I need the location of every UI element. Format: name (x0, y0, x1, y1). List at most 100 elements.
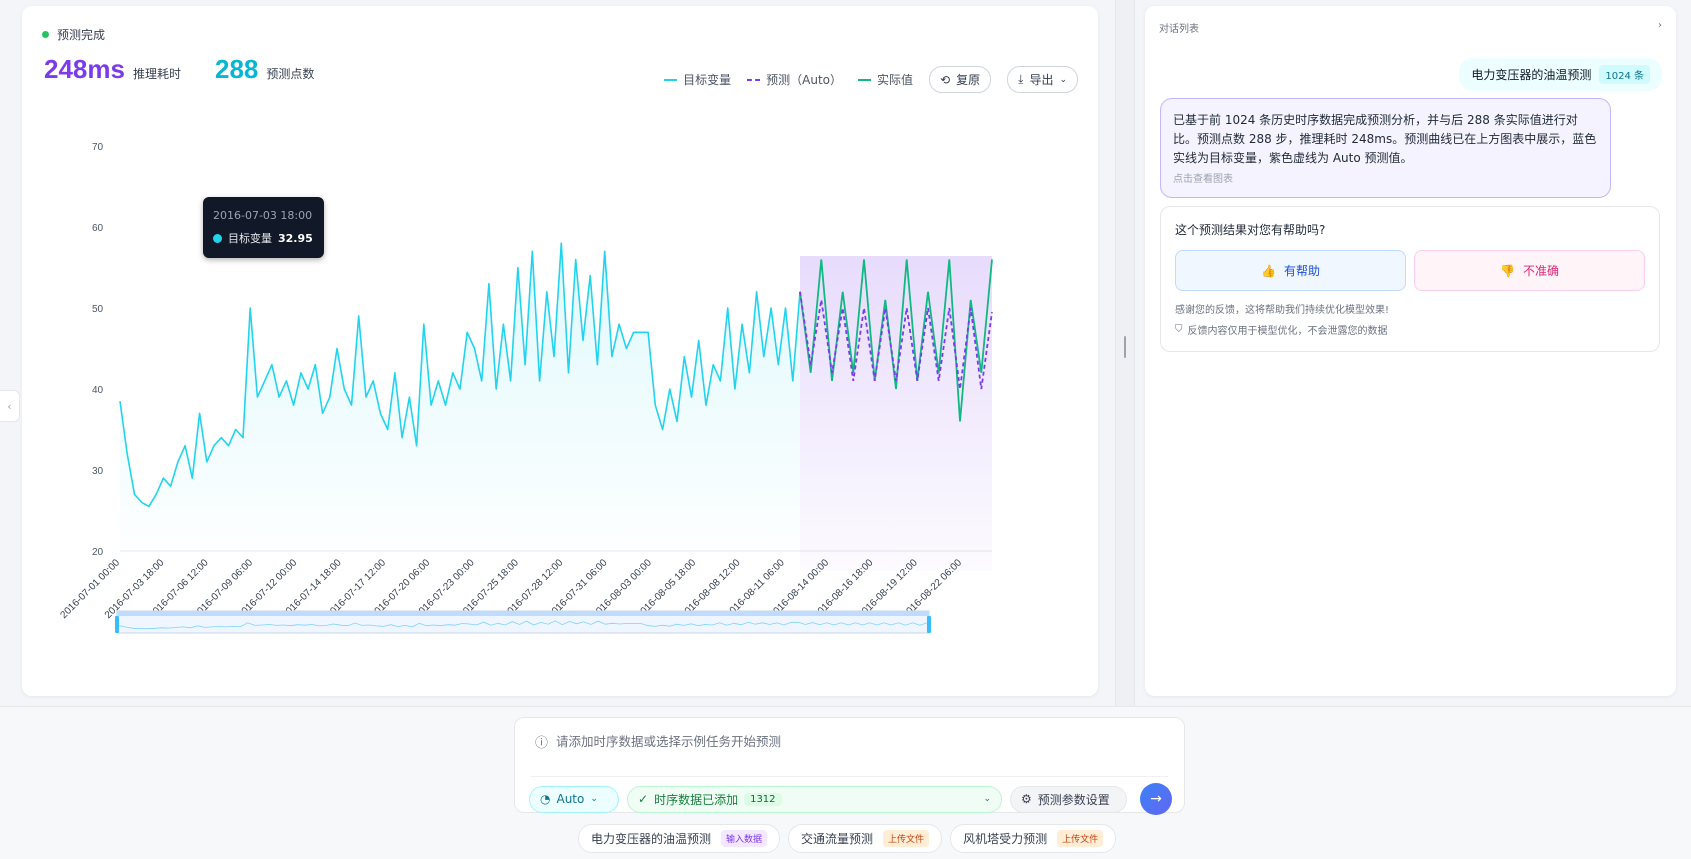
tooltip-dot (213, 233, 222, 243)
legend-actual-swatch (858, 78, 872, 81)
example-tag: 上传文件 (883, 830, 930, 847)
chat-panel: 对话列表 › 电力变压器的油温预测 1024 条 已基于前 1024 条历史时序… (1145, 6, 1676, 696)
example-tag: 上传文件 (1057, 830, 1104, 847)
prompt-separator (531, 776, 1168, 777)
example-task[interactable]: 交通流量预测 上传文件 (788, 824, 943, 853)
info-icon: ⓘ (535, 736, 549, 751)
data-select[interactable]: ✓ 时序数据已添加 1312 ⌄ (627, 785, 1002, 813)
y-tick-label: 20 (92, 547, 104, 558)
points-label: 预测点数 (266, 67, 315, 81)
forecast-settings-button[interactable]: ⚙ 预测参数设置 (1010, 785, 1127, 813)
arrow-right-icon: → (1150, 791, 1162, 807)
privacy-note: ⛉ 反馈内容仅用于模型优化，不会泄露您的数据 (1175, 322, 1645, 337)
y-tick-label: 70 (92, 142, 104, 153)
model-label: Auto (556, 792, 585, 806)
chart-tooltip: 2016-07-03 18:00 目标变量 32.95 (203, 197, 324, 258)
legend-target-label: 目标变量 (683, 73, 732, 87)
export-button[interactable]: ⤓ 导出 ⌄ (1007, 66, 1078, 93)
download-icon: ⤓ (1018, 72, 1024, 86)
view-chart-link[interactable]: 点击查看图表 (1173, 170, 1598, 189)
points-value: 288 (215, 54, 259, 84)
prompt-row: ⓘ (535, 732, 1164, 751)
latency-label: 推理耗时 (132, 67, 181, 81)
zoom-handle-right[interactable] (927, 616, 931, 633)
chevron-left-icon: ‹ (7, 399, 12, 413)
user-message-badge: 1024 条 (1599, 65, 1650, 84)
example-label: 电力变压器的油温预测 (591, 832, 712, 846)
tooltip-time: 2016-07-03 18:00 (213, 209, 313, 222)
y-tick-label: 40 (92, 385, 104, 396)
y-tick-label: 50 (92, 304, 104, 315)
prompt-input[interactable] (556, 734, 1157, 749)
thumbs-down-icon: 👎 (1500, 263, 1515, 278)
export-label: 导出 (1029, 73, 1054, 87)
legend-target[interactable]: 目标变量 (664, 71, 731, 88)
forecast-chart: 2030405060702016-07-01 00:002016-07-03 1… (59, 142, 993, 634)
reset-button[interactable]: ⟲ 复原 (929, 66, 992, 93)
feedback-question: 这个预测结果对您有帮助吗? (1175, 223, 1326, 237)
chat-title: 对话列表 (1159, 24, 1199, 35)
example-task[interactable]: 风机塔受力预测 上传文件 (950, 824, 1117, 853)
panel-divider[interactable] (1115, 0, 1135, 706)
latency-metric: 248ms 推理耗时 (44, 54, 181, 85)
legend-actual[interactable]: 实际值 (858, 71, 913, 88)
send-button[interactable]: → (1140, 783, 1172, 815)
status-indicator: 预测完成 (42, 26, 105, 43)
shield-check-icon: ⛉ (1175, 324, 1183, 335)
example-label: 风机塔受力预测 (963, 832, 1048, 846)
example-task[interactable]: 电力变压器的油温预测 输入数据 (578, 824, 781, 853)
zoom-handle-left[interactable] (115, 616, 119, 633)
example-tag: 输入数据 (721, 830, 768, 847)
chat-header: 对话列表 › (1159, 20, 1662, 35)
example-tasks: 电力变压器的油温预测 输入数据 交通流量预测 上传文件 风机塔受力预测 上传文件 (578, 824, 1117, 853)
forecast-region (800, 256, 992, 571)
target-area (120, 243, 800, 551)
chart-legend: 目标变量 预测（Auto） 实际值 ⟲ 复原 ⤓ 导出 ⌄ (664, 66, 1078, 93)
user-message-text: 电力变压器的油温预测 (1471, 68, 1592, 82)
chevron-down-icon: ⌄ (590, 794, 598, 804)
zoom-slider-top (117, 611, 929, 616)
tooltip-series: 目标变量 (228, 232, 272, 245)
ai-message-text: 已基于前 1024 条历史时序数据完成预测分析，并与后 288 条实际值进行对比… (1173, 113, 1597, 165)
feedback-card: 这个预测结果对您有帮助吗? 👍 有帮助 👎 不准确 感谢您的反馈，这将帮助我们持… (1160, 206, 1660, 352)
legend-pred-label: 预测（Auto） (766, 73, 843, 87)
example-label: 交通流量预测 (801, 832, 874, 846)
legend-pred-swatch (747, 78, 761, 81)
reset-label: 复原 (956, 73, 981, 87)
points-metric: 288 预测点数 (215, 54, 314, 85)
helpful-label: 有帮助 (1283, 264, 1320, 278)
tooltip-value: 32.95 (278, 231, 313, 245)
legend-target-swatch (664, 78, 678, 81)
feedback-buttons: 👍 有帮助 👎 不准确 (1175, 250, 1645, 291)
data-select-content: ✓ 时序数据已添加 1312 (638, 791, 782, 808)
resize-handle[interactable] (1124, 336, 1126, 358)
gear-icon: ⚙ (1021, 792, 1032, 806)
model-select[interactable]: ◔ Auto ⌄ (529, 785, 619, 813)
privacy-text: 反馈内容仅用于模型优化，不会泄露您的数据 (1187, 326, 1388, 337)
prompt-controls: ◔ Auto ⌄ ✓ 时序数据已添加 1312 ⌄ ⚙ 预测参数设置 → (529, 783, 1172, 815)
chevron-right-icon[interactable]: › (1658, 20, 1662, 35)
settings-label: 预测参数设置 (1037, 792, 1110, 807)
user-message: 电力变压器的油温预测 1024 条 (1459, 58, 1662, 91)
inaccurate-label: 不准确 (1522, 264, 1559, 278)
check-icon: ✓ (638, 792, 649, 806)
refresh-icon: ⟲ (940, 72, 951, 87)
ai-model-icon: ◔ (540, 792, 551, 806)
y-tick-label: 30 (92, 466, 104, 477)
latency-value: 248ms (44, 54, 125, 84)
y-tick-label: 60 (92, 223, 104, 234)
status-text: 预测完成 (57, 28, 106, 42)
ai-message: 已基于前 1024 条历史时序数据完成预测分析，并与后 288 条实际值进行对比… (1160, 98, 1611, 198)
data-status-label: 时序数据已添加 (654, 792, 739, 807)
legend-actual-label: 实际值 (877, 73, 914, 87)
feedback-note: 感谢您的反馈，这将帮助我们持续优化模型效果! (1175, 305, 1390, 316)
chevron-down-icon: ⌄ (983, 794, 991, 804)
helpful-button[interactable]: 👍 有帮助 (1175, 250, 1406, 291)
bottom-area: ⓘ ◔ Auto ⌄ ✓ 时序数据已添加 1312 ⌄ ⚙ 预测参数设置 (0, 706, 1691, 859)
collapse-left-tab[interactable]: ‹ (0, 390, 20, 422)
tooltip-row: 目标变量 32.95 (213, 230, 314, 246)
legend-pred[interactable]: 预测（Auto） (747, 71, 842, 88)
status-dot (42, 31, 49, 38)
inaccurate-button[interactable]: 👎 不准确 (1414, 250, 1645, 291)
chevron-down-icon: ⌄ (1059, 74, 1067, 85)
